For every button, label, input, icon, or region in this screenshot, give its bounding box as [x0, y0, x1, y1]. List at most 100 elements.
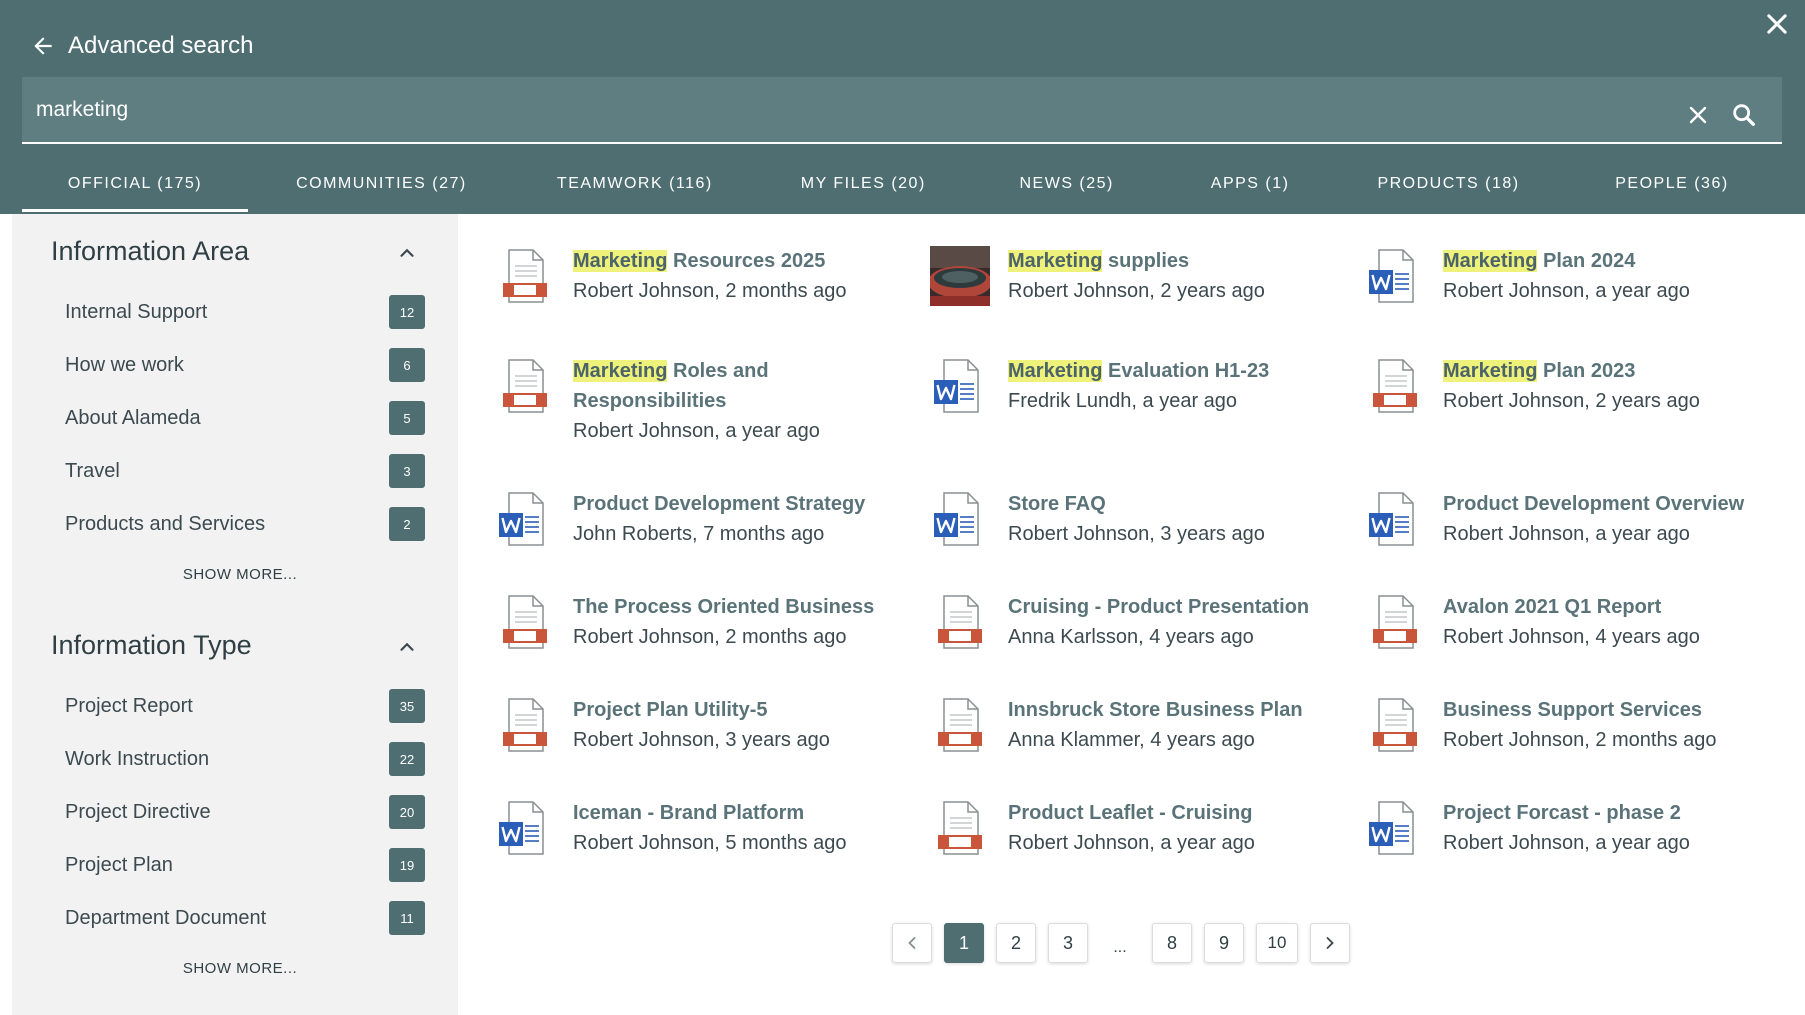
search-result-item[interactable]: Marketing Roles and Responsibilities Robe…	[495, 356, 915, 446]
search-result-item[interactable]: The Process Oriented Business Robert John…	[495, 592, 915, 652]
result-title[interactable]: Product Leaflet - Cruising	[1008, 798, 1350, 828]
tab-apps[interactable]: APPS (1)	[1165, 160, 1335, 214]
search-result-item[interactable]: Avalon 2021 Q1 Report Robert Johnson, 4 y…	[1365, 592, 1785, 652]
result-title[interactable]: Marketing Evaluation H1-23	[1008, 356, 1350, 386]
search-result-item[interactable]: Store FAQ Robert Johnson, 3 years ago	[930, 489, 1350, 549]
next-page-button[interactable]	[1310, 923, 1350, 963]
count-badge: 3	[389, 454, 425, 488]
result-meta: Anna Klammer, 4 years ago	[1008, 729, 1255, 751]
facet-item-travel[interactable]: Travel 3	[65, 453, 425, 489]
search-result-item[interactable]: Innsbruck Store Business Plan Anna Klamme…	[930, 695, 1350, 755]
tab-people[interactable]: PEOPLE (36)	[1562, 160, 1782, 214]
tab-news[interactable]: NEWS (25)	[972, 160, 1162, 214]
facet-label: Department Document	[65, 906, 267, 929]
search-result-item[interactable]: Product Development Strategy John Roberts…	[495, 489, 915, 549]
presentation-icon	[930, 592, 990, 652]
facet-item-department-document[interactable]: Department Document 11	[65, 900, 425, 936]
tab-my-files[interactable]: MY FILES (20)	[758, 160, 968, 214]
search-input[interactable]	[36, 77, 1636, 142]
facet-label: Project Plan	[65, 853, 173, 876]
back-button[interactable]: Advanced search	[30, 30, 253, 62]
result-title[interactable]: Innsbruck Store Business Plan	[1008, 695, 1350, 725]
search-result-item[interactable]: Business Support Services Robert Johnson,…	[1365, 695, 1785, 755]
page-button-2[interactable]: 2	[996, 923, 1036, 963]
result-title[interactable]: Marketing supplies	[1008, 246, 1350, 276]
result-meta: Robert Johnson, a year ago	[1443, 523, 1690, 545]
image-thumbnail	[928, 246, 992, 306]
search-bar	[22, 77, 1782, 144]
search-highlight: Marketing	[573, 250, 668, 272]
close-icon[interactable]	[1763, 10, 1791, 38]
search-result-item[interactable]: Project Plan Utility-5 Robert Johnson, 3 …	[495, 695, 915, 755]
facet-item-products-and-services[interactable]: Products and Services 2	[65, 506, 425, 542]
tab-official[interactable]: OFFICIAL (175)	[22, 160, 248, 214]
facet-item-project-directive[interactable]: Project Directive 20	[65, 794, 425, 830]
presentation-icon	[1365, 592, 1425, 652]
tab-communities[interactable]: COMMUNITIES (27)	[251, 160, 511, 214]
tab-teamwork[interactable]: TEAMWORK (116)	[515, 160, 755, 214]
clear-icon[interactable]	[1686, 103, 1710, 127]
presentation-icon	[495, 695, 555, 755]
result-title[interactable]: Iceman - Brand Platform	[573, 798, 915, 828]
facet-item-about-alameda[interactable]: About Alameda 5	[65, 400, 425, 436]
result-title[interactable]: The Process Oriented Business	[573, 592, 915, 622]
result-title[interactable]: Avalon 2021 Q1 Report	[1443, 592, 1785, 622]
presentation-icon	[930, 695, 990, 755]
presentation-icon	[930, 798, 990, 858]
result-title-text: Cruising - Product Presentation	[1008, 596, 1310, 618]
result-title[interactable]: Business Support Services	[1443, 695, 1785, 725]
tab-products[interactable]: PRODUCTS (18)	[1339, 160, 1559, 214]
page-button-8[interactable]: 8	[1152, 923, 1192, 963]
result-title[interactable]: Product Development Strategy	[573, 489, 915, 519]
page-button-9[interactable]: 9	[1204, 923, 1244, 963]
word-doc-icon	[1365, 798, 1425, 858]
count-badge: 5	[389, 401, 425, 435]
result-text: Project Plan Utility-5 Robert Johnson, 3 …	[573, 695, 915, 755]
result-meta: John Roberts, 7 months ago	[573, 523, 825, 545]
result-title[interactable]: Project Forcast - phase 2	[1443, 798, 1785, 828]
result-title[interactable]: Cruising - Product Presentation	[1008, 592, 1350, 622]
search-result-item[interactable]: Iceman - Brand Platform Robert Johnson, 5…	[495, 798, 915, 858]
facet-item-how-we-work[interactable]: How we work 6	[65, 347, 425, 383]
result-meta: Robert Johnson, 2 years ago	[1443, 390, 1700, 412]
search-result-item[interactable]: Marketing supplies Robert Johnson, 2 year…	[928, 246, 1350, 306]
facet-item-internal-support[interactable]: Internal Support 12	[65, 294, 425, 330]
result-title[interactable]: Marketing Plan 2023	[1443, 356, 1785, 386]
search-result-item[interactable]: Product Leaflet - Cruising Robert Johnson…	[930, 798, 1350, 858]
result-title-text: Product Leaflet - Cruising	[1008, 802, 1253, 824]
facet-item-project-plan[interactable]: Project Plan 19	[65, 847, 425, 883]
search-result-item[interactable]: Project Forcast - phase 2 Robert Johnson,…	[1365, 798, 1785, 858]
result-meta: Robert Johnson, 2 months ago	[1443, 729, 1717, 751]
facet-item-work-instruction[interactable]: Work Instruction 22	[65, 741, 425, 777]
facet-item-project-report[interactable]: Project Report 35	[65, 688, 425, 724]
search-icon[interactable]	[1730, 101, 1758, 129]
chevron-up-icon[interactable]	[396, 242, 418, 264]
result-title[interactable]: Project Plan Utility-5	[573, 695, 915, 725]
prev-page-button[interactable]	[892, 923, 932, 963]
result-meta: Anna Karlsson, 4 years ago	[1008, 626, 1254, 648]
search-highlight: Marketing	[1443, 250, 1538, 272]
chevron-right-icon	[1326, 937, 1334, 949]
chevron-up-icon[interactable]	[396, 636, 418, 658]
search-result-item[interactable]: Cruising - Product Presentation Anna Karl…	[930, 592, 1350, 652]
pagination: 1 2 3... 8 9 10	[892, 922, 1362, 964]
result-title[interactable]: Product Development Overview	[1443, 489, 1785, 519]
result-title[interactable]: Marketing Roles and Responsibilities	[573, 356, 915, 416]
search-result-item[interactable]: Product Development Overview Robert Johns…	[1365, 489, 1785, 549]
page-button-10[interactable]: 10	[1256, 923, 1298, 963]
search-result-item[interactable]: Marketing Plan 2023 Robert Johnson, 2 yea…	[1365, 356, 1785, 416]
search-header: Advanced search OFFICIAL (175) COMMUNITI…	[0, 0, 1805, 214]
search-result-item[interactable]: Marketing Evaluation H1-23 Fredrik Lundh,…	[930, 356, 1350, 416]
show-more-button[interactable]: SHOW MORE...	[12, 960, 458, 977]
search-result-item[interactable]: Marketing Resources 2025 Robert Johnson, …	[495, 246, 915, 306]
search-result-item[interactable]: Marketing Plan 2024 Robert Johnson, a yea…	[1365, 246, 1785, 306]
result-meta: Robert Johnson, a year ago	[1443, 832, 1690, 854]
page-button-1[interactable]: 1	[944, 923, 984, 963]
page-button-3[interactable]: 3	[1048, 923, 1088, 963]
result-title[interactable]: Marketing Plan 2024	[1443, 246, 1785, 276]
result-title[interactable]: Marketing Resources 2025	[573, 246, 915, 276]
result-title-text: Business Support Services	[1443, 699, 1702, 721]
result-title[interactable]: Store FAQ	[1008, 489, 1350, 519]
result-title-text: Project Plan Utility-5	[573, 699, 768, 721]
show-more-button[interactable]: SHOW MORE...	[12, 566, 458, 583]
